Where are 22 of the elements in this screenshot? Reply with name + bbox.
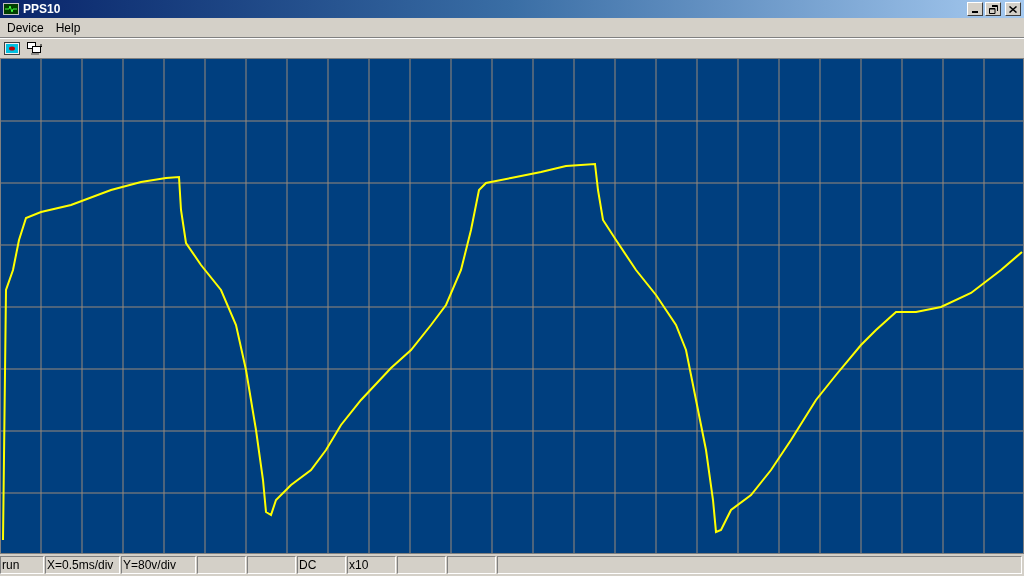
windows-icon: [26, 41, 43, 56]
minimize-button[interactable]: [967, 2, 983, 16]
display-button[interactable]: [3, 41, 20, 56]
close-icon: [1009, 5, 1017, 13]
window-title: PPS10: [23, 1, 61, 18]
device-button[interactable]: [26, 40, 43, 57]
restore-button[interactable]: [985, 2, 1001, 16]
oscilloscope-icon: [3, 3, 19, 15]
menu-item[interactable]: Device: [1, 18, 50, 37]
restore-icon: [988, 4, 998, 14]
minimize-icon: [972, 11, 978, 13]
status-panel: [247, 556, 296, 574]
monitor-icon: [3, 42, 20, 55]
status-panel: x10: [347, 556, 396, 574]
status-panel: [397, 556, 446, 574]
close-button[interactable]: [1005, 2, 1021, 16]
menu-item[interactable]: Help: [49, 18, 87, 37]
status-panel: [197, 556, 246, 574]
status-panel: DC: [297, 556, 346, 574]
status-panel: X=0.5ms/div: [45, 556, 120, 574]
status-panel: Y=80v/div: [121, 556, 196, 574]
status-panel: run: [0, 556, 44, 574]
